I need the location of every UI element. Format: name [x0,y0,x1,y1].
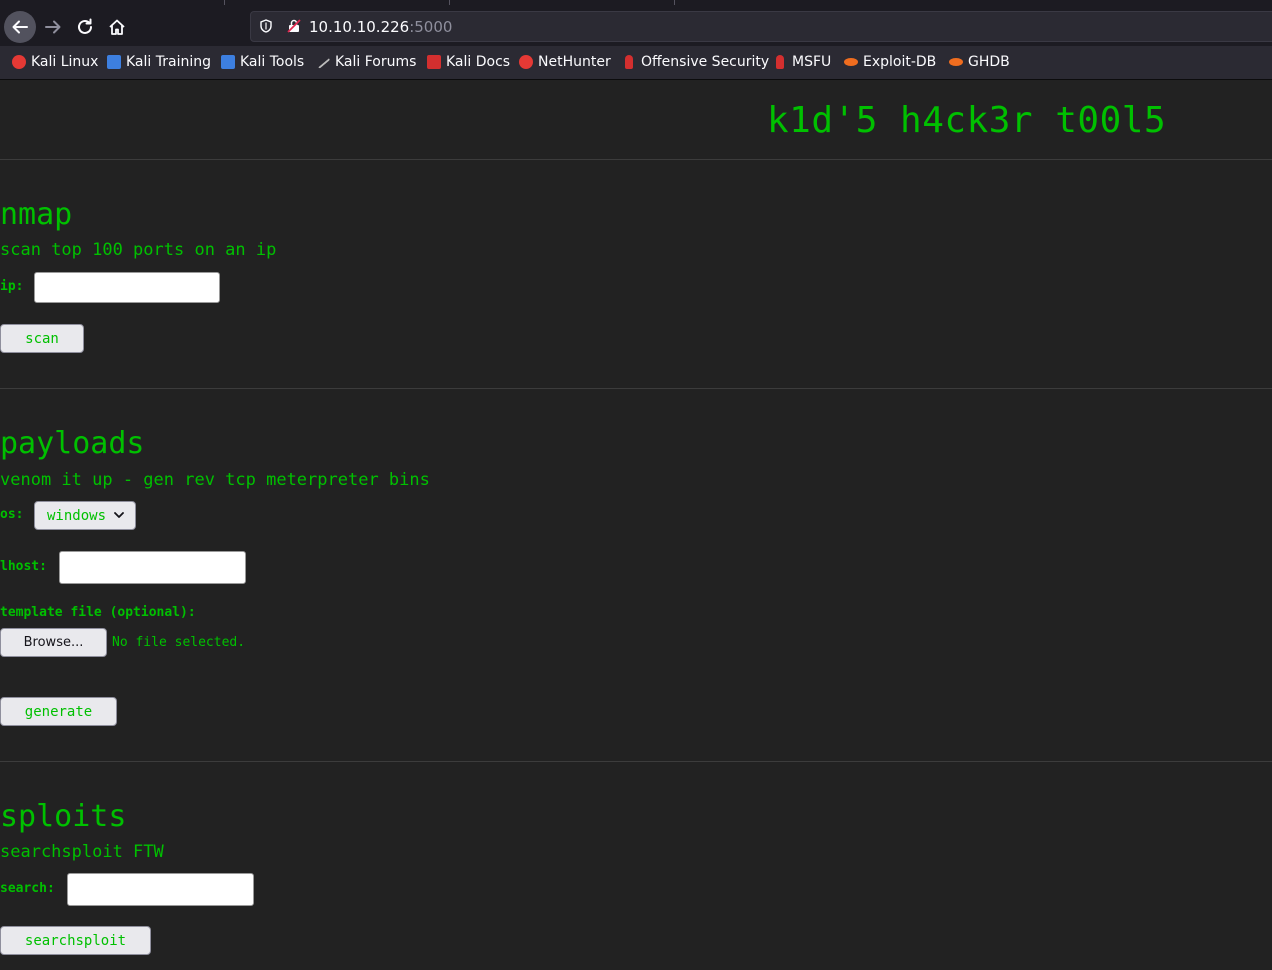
offsec-icon [625,55,633,69]
searchsploit-button[interactable]: searchsploit [0,926,151,955]
tab-strip [0,0,1272,6]
reload-icon [78,18,92,34]
nmap-heading: nmap [0,197,73,232]
kali-tools-icon [221,55,235,69]
bookmark-label: Kali Forums [335,54,417,70]
file-status-text: No file selected. [112,635,246,650]
bookmark-label: Offensive Security [641,54,770,70]
tab-separator [674,0,675,5]
ip-input[interactable] [34,272,220,303]
lhost-input[interactable] [59,551,246,584]
browser-toolbar: 10.10.10.226:5000 [0,0,1272,46]
tab-separator [224,0,225,5]
bookmark-label: GHDB [968,54,1010,70]
os-label: os: [0,507,24,522]
ghdb-icon [949,58,963,66]
os-select[interactable]: windows [34,501,136,530]
payloads-heading: payloads [0,426,145,461]
bookmark-label: NetHunter [538,54,611,70]
bookmark-kali-docs[interactable]: Kali Docs [427,54,510,70]
scan-button[interactable]: scan [0,324,84,353]
payloads-description: venom it up - gen rev tcp meterpreter bi… [0,470,430,490]
bookmark-msfu[interactable]: MSFU [773,54,831,70]
divider [0,388,1272,389]
exploit-db-icon [844,58,858,66]
forward-button[interactable] [37,11,69,43]
sploits-description: searchsploit FTW [0,842,164,862]
nethunter-icon [519,55,533,69]
bookmark-ghdb[interactable]: GHDB [949,54,1010,70]
os-selected-value: windows [47,507,107,524]
bookmark-label: MSFU [792,54,832,70]
back-button[interactable] [4,11,36,43]
home-button[interactable] [101,11,133,43]
kali-linux-icon [12,55,26,69]
bookmark-offensive-security[interactable]: Offensive Security [622,54,769,70]
browse-button[interactable]: Browse... [0,628,107,657]
sploits-heading: sploits [0,799,127,834]
bookmark-label: Kali Linux [31,54,99,70]
bookmark-kali-linux[interactable]: Kali Linux [12,54,98,70]
divider [0,761,1272,762]
search-label: search: [0,881,55,896]
arrow-right-icon [45,20,61,34]
address-bar[interactable]: 10.10.10.226:5000 [250,11,1272,42]
bookmarks-toolbar: Kali Linux Kali Training Kali Tools Kali… [0,46,1272,80]
bookmark-kali-forums[interactable]: Kali Forums [315,54,417,70]
bookmark-label: Exploit-DB [863,54,937,70]
bookmark-nethunter[interactable]: NetHunter [519,54,611,70]
url-port: :5000 [409,18,453,36]
site-title: k1d'5 h4ck3r t00l5 [767,100,1167,141]
template-file-label: template file (optional): [0,605,196,620]
insecure-lock-icon[interactable] [287,19,301,33]
generate-button[interactable]: generate [0,697,117,726]
bookmark-kali-tools[interactable]: Kali Tools [221,54,304,70]
msfu-icon [776,55,784,69]
bookmark-kali-training[interactable]: Kali Training [107,54,211,70]
divider [0,159,1272,160]
kali-docs-icon [427,55,441,69]
arrow-left-icon [12,20,28,34]
kali-training-icon [107,55,121,69]
bookmark-label: Kali Training [126,54,211,70]
url-host: 10.10.10.226 [309,18,410,36]
url-text: 10.10.10.226:5000 [309,18,452,36]
bookmark-label: Kali Docs [446,54,511,70]
kali-forums-icon [315,55,331,69]
reload-button[interactable] [69,11,101,43]
search-input[interactable] [67,873,254,906]
bookmark-exploit-db[interactable]: Exploit-DB [844,54,936,70]
page-content: k1d'5 h4ck3r t00l5 nmap scan top 100 por… [0,80,1272,970]
nmap-description: scan top 100 ports on an ip [0,240,277,260]
lhost-label: lhost: [0,559,47,574]
bookmark-label: Kali Tools [240,54,305,70]
ip-label: ip: [0,279,24,294]
chevron-down-icon [114,512,124,518]
tab-separator [449,0,450,5]
home-icon [109,19,125,35]
tracking-shield-icon[interactable] [260,19,272,33]
